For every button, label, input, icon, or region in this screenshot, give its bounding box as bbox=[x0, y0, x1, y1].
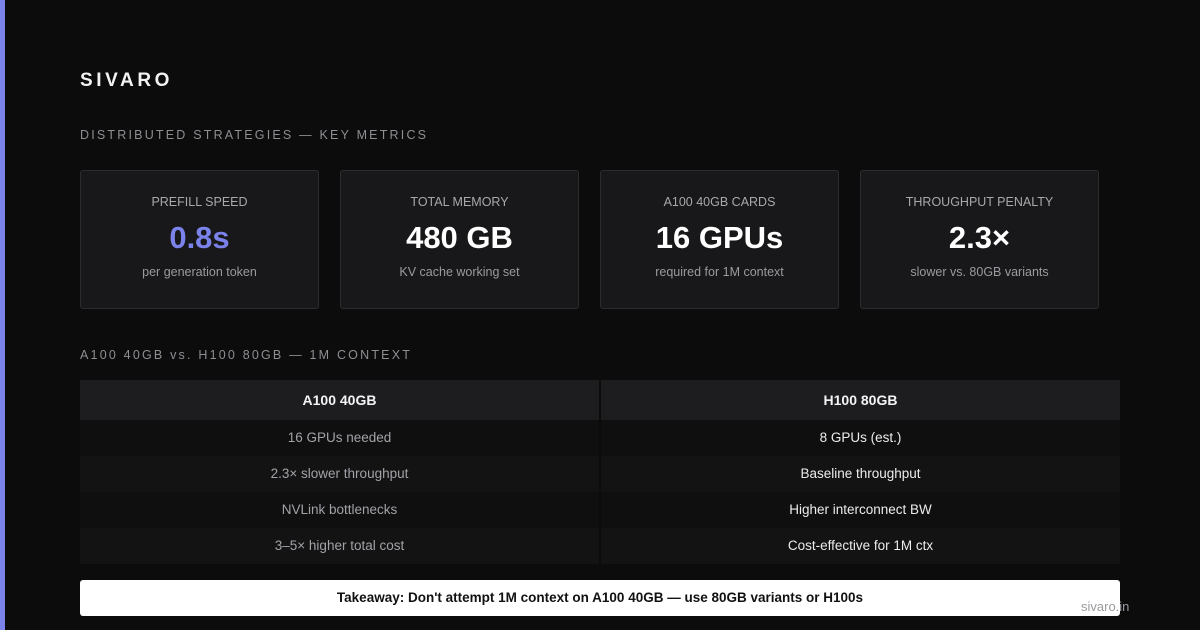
column-header: H100 80GB bbox=[601, 380, 1120, 420]
metric-subtitle: KV cache working set bbox=[399, 265, 520, 279]
metric-value: 0.8s bbox=[169, 220, 230, 255]
metric-title: PREFILL SPEED bbox=[151, 195, 248, 209]
accent-bar bbox=[0, 0, 5, 630]
table-row: 16 GPUs needed bbox=[80, 420, 599, 456]
comparison-column-a100: A100 40GB 16 GPUs needed 2.3× slower thr… bbox=[80, 380, 599, 564]
metric-card-throughput-penalty: THROUGHPUT PENALTY 2.3× slower vs. 80GB … bbox=[860, 170, 1099, 309]
brand-logo: SIVARO bbox=[80, 70, 174, 91]
table-row: 3–5× higher total cost bbox=[80, 528, 599, 564]
table-row: 2.3× slower throughput bbox=[80, 456, 599, 492]
metric-subtitle: per generation token bbox=[142, 265, 257, 279]
table-row: Higher interconnect BW bbox=[601, 492, 1120, 528]
metric-title: A100 40GB CARDS bbox=[663, 195, 776, 209]
footer-domain: sivaro.in bbox=[1081, 599, 1130, 614]
comparison-section-label: A100 40GB vs. H100 80GB — 1M CONTEXT bbox=[80, 348, 413, 362]
metric-card-a100-cards: A100 40GB CARDS 16 GPUs required for 1M … bbox=[600, 170, 839, 309]
metric-card-prefill-speed: PREFILL SPEED 0.8s per generation token bbox=[80, 170, 319, 309]
comparison-column-h100: H100 80GB 8 GPUs (est.) Baseline through… bbox=[601, 380, 1120, 564]
metric-card-total-memory: TOTAL MEMORY 480 GB KV cache working set bbox=[340, 170, 579, 309]
column-header: A100 40GB bbox=[80, 380, 599, 420]
metric-title: TOTAL MEMORY bbox=[410, 195, 509, 209]
metric-subtitle: required for 1M context bbox=[655, 265, 784, 279]
takeaway-banner: Takeaway: Don't attempt 1M context on A1… bbox=[80, 580, 1120, 616]
table-row: 8 GPUs (est.) bbox=[601, 420, 1120, 456]
metric-value: 480 GB bbox=[406, 220, 513, 255]
table-row: Cost-effective for 1M ctx bbox=[601, 528, 1120, 564]
metric-value: 16 GPUs bbox=[655, 220, 784, 255]
table-row: Baseline throughput bbox=[601, 456, 1120, 492]
metric-value: 2.3× bbox=[948, 220, 1011, 255]
table-row: NVLink bottlenecks bbox=[80, 492, 599, 528]
metrics-section-label: DISTRIBUTED STRATEGIES — KEY METRICS bbox=[80, 128, 429, 142]
metric-title: THROUGHPUT PENALTY bbox=[905, 195, 1054, 209]
metric-subtitle: slower vs. 80GB variants bbox=[910, 265, 1049, 279]
